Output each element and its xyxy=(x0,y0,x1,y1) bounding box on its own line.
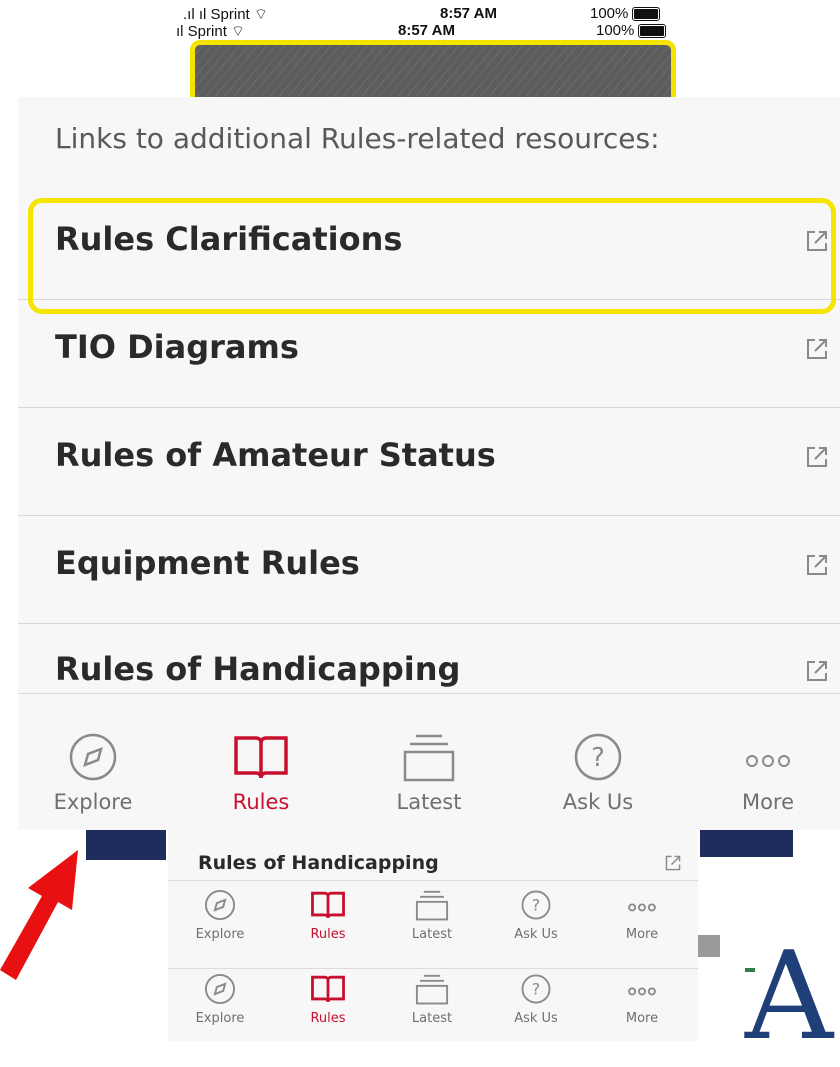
tab-label: More xyxy=(625,927,659,942)
tab-label: Latest xyxy=(411,927,453,942)
tab-latest[interactable]: Latest xyxy=(402,973,462,1026)
tab-rules[interactable]: Rules xyxy=(206,732,316,814)
external-link-icon xyxy=(807,661,827,681)
link-rules-of-amateur-status[interactable]: Rules of Amateur Status xyxy=(18,408,840,516)
tab-latest[interactable]: Latest xyxy=(374,732,484,814)
tab-label: Rules xyxy=(310,1011,346,1026)
tab-more[interactable]: More xyxy=(612,889,672,942)
link-label: Rules of Amateur Status xyxy=(55,436,496,474)
link-rules-of-handicapping[interactable]: Rules of Handicapping xyxy=(18,624,840,694)
resources-intro: Links to additional Rules-related resour… xyxy=(55,122,660,155)
tab-explore[interactable]: Explore xyxy=(190,889,250,942)
tab-explore[interactable]: Explore xyxy=(190,973,250,1026)
stack-icon xyxy=(415,974,449,1005)
background-gray-block xyxy=(698,935,720,957)
battery-icon xyxy=(638,24,667,39)
tab-bar-small-2: Explore Rules Latest ? Ask Us More xyxy=(168,968,698,1041)
tab-label: Explore xyxy=(195,927,245,942)
book-icon xyxy=(234,736,288,779)
book-icon xyxy=(311,891,345,919)
status-battery-1: 100% xyxy=(590,5,661,22)
wifi-icon: ⌔ xyxy=(253,6,268,23)
book-icon xyxy=(311,975,345,1003)
tab-label: Rules xyxy=(310,927,346,942)
tab-latest[interactable]: Latest xyxy=(402,889,462,942)
tab-label: Ask Us xyxy=(562,790,634,814)
compass-icon xyxy=(69,733,117,781)
status-carrier-2: ıl Sprint ⌔ xyxy=(176,22,245,41)
background-logo-letter: A xyxy=(745,925,834,1067)
link-label: Rules of Handicapping xyxy=(55,650,461,688)
battery-icon xyxy=(632,7,661,22)
tab-label: Latest xyxy=(396,790,462,814)
more-dots-icon xyxy=(628,903,656,912)
tab-label: Latest xyxy=(411,1011,453,1026)
stack-icon xyxy=(403,734,455,782)
svg-text:?: ? xyxy=(532,896,541,915)
question-icon: ? xyxy=(521,890,551,920)
compass-icon xyxy=(204,889,236,921)
tab-label: Ask Us xyxy=(514,1011,558,1026)
svg-text:?: ? xyxy=(591,743,605,773)
tab-bar-small-1: Explore Rules Latest ? Ask Us More xyxy=(168,880,698,968)
battery-label: 100% xyxy=(596,22,635,39)
tab-ask-us[interactable]: ? Ask Us xyxy=(506,973,566,1026)
link-label: Equipment Rules xyxy=(55,544,360,582)
tab-rules[interactable]: Rules xyxy=(298,973,358,1026)
compass-icon xyxy=(204,973,236,1005)
carrier-label: Sprint xyxy=(187,23,227,40)
small-link-label: Rules of Handicapping xyxy=(198,852,439,874)
red-arrow-annotation xyxy=(0,850,78,980)
tab-ask-us[interactable]: ? Ask Us xyxy=(506,889,566,942)
signal-icon: .ıl ıl xyxy=(183,6,207,23)
carrier-label: Sprint xyxy=(210,6,250,23)
more-dots-icon xyxy=(628,987,656,996)
link-equipment-rules[interactable]: Equipment Rules xyxy=(18,516,840,624)
tab-more[interactable]: More xyxy=(612,973,672,1026)
svg-text:?: ? xyxy=(532,980,541,999)
external-link-icon xyxy=(807,447,827,467)
tab-bar-large: Explore Rules Latest ? Ask Us More xyxy=(18,693,840,830)
stack-icon xyxy=(415,890,449,921)
question-icon: ? xyxy=(574,733,622,781)
tab-label: Explore xyxy=(53,790,133,814)
link-tio-diagrams[interactable]: TIO Diagrams xyxy=(18,300,840,408)
status-time-1: 8:57 AM xyxy=(440,5,497,22)
status-battery-2: 100% xyxy=(596,22,667,39)
tab-label: More xyxy=(741,790,795,814)
external-link-icon xyxy=(665,855,681,871)
signal-icon: ıl xyxy=(176,23,184,40)
tab-ask-us[interactable]: ? Ask Us xyxy=(543,732,653,814)
wifi-icon: ⌔ xyxy=(231,23,246,40)
tab-more[interactable]: More xyxy=(713,732,823,814)
tab-explore[interactable]: Explore xyxy=(38,732,148,814)
tab-label: More xyxy=(625,1011,659,1026)
battery-label: 100% xyxy=(590,5,629,22)
more-dots-icon xyxy=(746,755,790,767)
tab-rules[interactable]: Rules xyxy=(298,889,358,942)
question-icon: ? xyxy=(521,974,551,1004)
status-time-2: 8:57 AM xyxy=(398,22,455,39)
tab-label: Rules xyxy=(232,790,290,814)
link-label: TIO Diagrams xyxy=(55,328,299,366)
external-link-icon xyxy=(807,555,827,575)
small-link-row[interactable]: Rules of Handicapping xyxy=(168,830,698,881)
external-link-icon xyxy=(807,339,827,359)
tab-label: Explore xyxy=(195,1011,245,1026)
tab-label: Ask Us xyxy=(514,927,558,942)
highlight-box xyxy=(28,198,836,314)
